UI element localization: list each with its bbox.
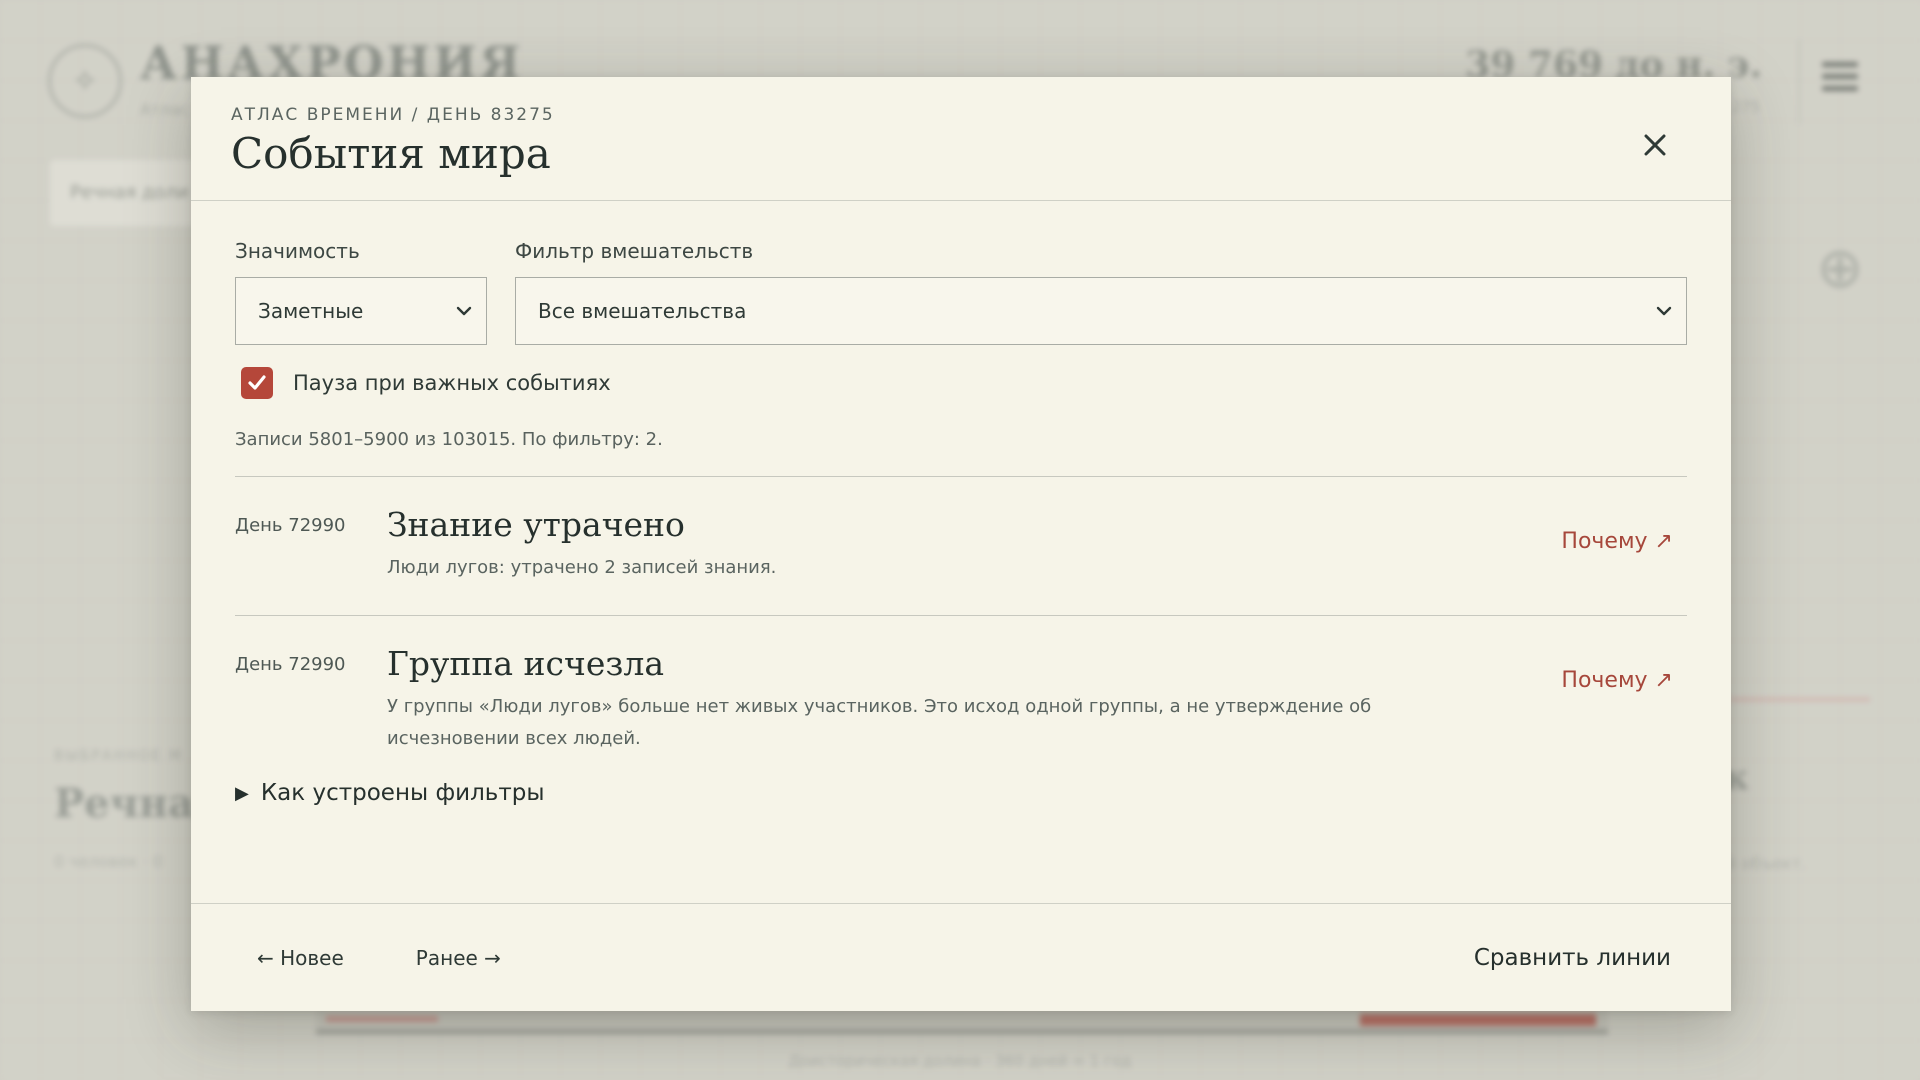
chevron-down-icon	[456, 306, 472, 316]
filters-row: Значимость Заметные Фильтр вмешательств …	[235, 239, 1687, 345]
event-item: День 72990 Знание утрачено Люди лугов: у…	[235, 477, 1687, 615]
newer-button[interactable]: ← Новее	[257, 946, 344, 970]
why-link[interactable]: Почему ↗	[1561, 668, 1673, 693]
significance-filter: Значимость Заметные	[235, 239, 487, 345]
interventions-label: Фильтр вмешательств	[515, 239, 754, 263]
event-description: Люди лугов: утрачено 2 записей знания.	[387, 557, 777, 578]
event-content: Группа исчезла У группы «Люди лугов» бол…	[387, 644, 1687, 780]
interventions-select[interactable]: Все вмешательства	[515, 277, 1687, 345]
compare-lines-button[interactable]: Сравнить линии	[1474, 945, 1671, 971]
close-icon	[1644, 134, 1666, 156]
event-item: День 72990 Группа исчезла У группы «Люди…	[235, 616, 1687, 780]
significance-label: Значимость	[235, 239, 360, 263]
chevron-down-icon	[1656, 306, 1672, 316]
event-title: Знание утрачено	[387, 505, 685, 544]
checkmark-icon	[248, 375, 266, 390]
event-title: Группа исчезла	[387, 644, 665, 683]
filters-help-label: Как устроены фильтры	[260, 780, 545, 806]
interventions-value: Все вмешательства	[538, 299, 747, 323]
pause-checkbox-label[interactable]: Пауза при важных событиях	[293, 371, 611, 395]
older-button[interactable]: Ранее →	[416, 946, 501, 970]
significance-value: Заметные	[258, 299, 364, 323]
triangle-right-icon: ▶	[235, 782, 249, 804]
world-events-modal: АТЛАС ВРЕМЕНИ / ДЕНЬ 83275 События мира …	[191, 77, 1731, 1011]
event-content: Знание утрачено Люди лугов: утрачено 2 з…	[387, 505, 1687, 615]
pause-checkbox-row: Пауза при важных событиях	[241, 367, 1687, 399]
pause-checkbox[interactable]	[241, 367, 273, 399]
significance-select[interactable]: Заметные	[235, 277, 487, 345]
modal-footer: ← Новее Ранее → Сравнить линии	[191, 903, 1731, 1011]
close-button[interactable]	[1637, 127, 1673, 163]
breadcrumb: АТЛАС ВРЕМЕНИ / ДЕНЬ 83275	[231, 105, 555, 125]
filters-help-toggle[interactable]: ▶ Как устроены фильтры	[235, 780, 1687, 806]
modal-body: Значимость Заметные Фильтр вмешательств …	[191, 201, 1731, 806]
records-info: Записи 5801–5900 из 103015. По фильтру: …	[235, 429, 663, 450]
why-link[interactable]: Почему ↗	[1561, 529, 1673, 554]
interventions-filter: Фильтр вмешательств Все вмешательства	[515, 239, 1687, 345]
event-day: День 72990	[235, 515, 346, 536]
event-description: У группы «Люди лугов» больше нет живых у…	[387, 696, 1372, 749]
event-day: День 72990	[235, 654, 346, 675]
modal-title: События мира	[231, 129, 551, 178]
modal-header: АТЛАС ВРЕМЕНИ / ДЕНЬ 83275 События мира	[191, 77, 1731, 201]
